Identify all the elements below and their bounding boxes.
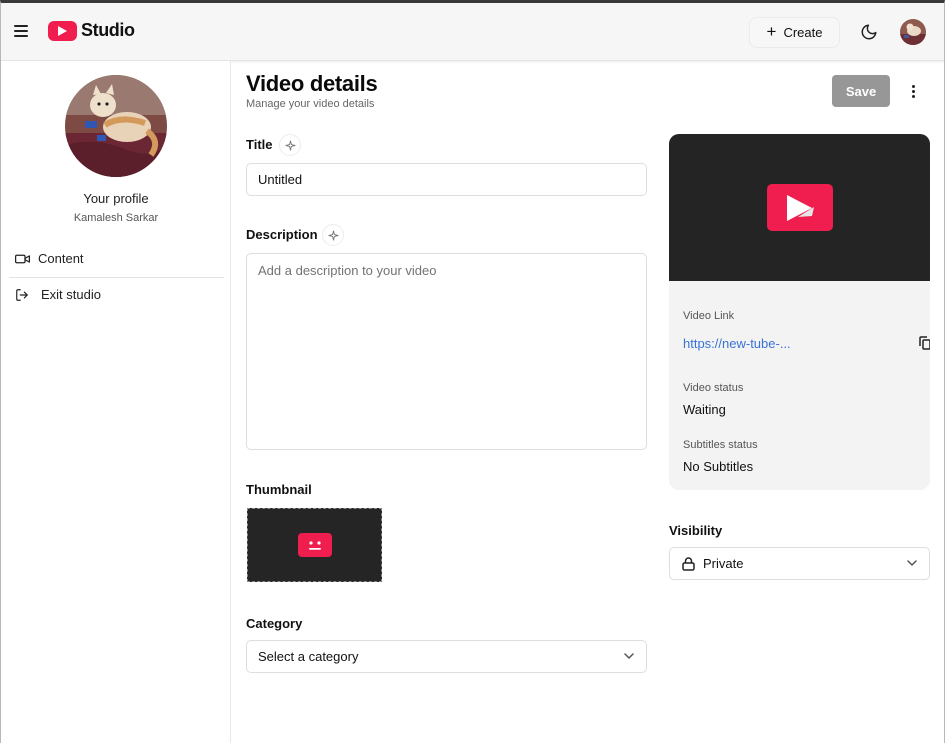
create-button-label: Create — [783, 25, 823, 40]
sidebar-item-label: Exit studio — [41, 287, 101, 302]
menu-icon[interactable] — [14, 25, 28, 37]
visibility-label: Visibility — [669, 523, 723, 538]
video-status-label: Video status — [683, 382, 744, 394]
save-button[interactable]: Save — [832, 75, 890, 107]
divider — [9, 277, 224, 278]
sidebar: Your profile Kamalesh Sarkar Content Exi… — [1, 61, 231, 743]
sidebar-item-content[interactable]: Content — [15, 251, 84, 266]
ai-generate-title-button[interactable] — [279, 134, 301, 156]
sparkle-icon — [284, 139, 296, 151]
visibility-select[interactable]: Private — [669, 547, 930, 580]
top-bar: Studio + Create — [0, 3, 945, 61]
video-info-card: Video Link https://new-tube-... Video st… — [669, 134, 930, 490]
profile-avatar[interactable] — [65, 75, 167, 177]
subtitles-status-value: No Subtitles — [683, 459, 754, 474]
sidebar-item-exit-studio[interactable]: Exit studio — [15, 287, 101, 302]
profile-title[interactable]: Your profile — [1, 191, 231, 206]
sidebar-item-label: Content — [38, 251, 84, 266]
page-title: Video details — [246, 71, 378, 96]
brand-name: Studio — [81, 20, 135, 40]
video-preview[interactable] — [669, 134, 930, 281]
lock-icon — [682, 556, 695, 571]
title-input[interactable] — [246, 163, 647, 196]
visibility-select-value: Private — [703, 556, 744, 571]
more-vertical-icon[interactable] — [904, 82, 922, 100]
create-button[interactable]: + Create — [749, 17, 840, 48]
page-subtitle: Manage your video details — [246, 98, 375, 110]
chevron-down-icon — [624, 652, 634, 660]
exit-icon — [15, 288, 29, 302]
copy-icon[interactable] — [919, 336, 930, 355]
description-textarea[interactable] — [246, 253, 647, 450]
plus-icon: + — [766, 22, 777, 41]
subtitles-status-label: Subtitles status — [683, 439, 758, 451]
play-icon — [766, 184, 833, 231]
broken-thumbnail-icon — [297, 533, 332, 557]
video-link-label: Video Link — [683, 310, 735, 322]
avatar[interactable] — [900, 19, 926, 45]
chevron-down-icon — [907, 559, 917, 567]
thumbnail-label: Thumbnail — [246, 482, 312, 497]
thumbnail-preview[interactable] — [247, 508, 382, 582]
category-select-value: Select a category — [258, 649, 359, 664]
studio-logo[interactable]: Studio — [48, 20, 135, 41]
category-select[interactable]: Select a category — [246, 640, 647, 673]
sparkle-icon — [327, 229, 339, 241]
category-label: Category — [246, 616, 303, 631]
video-camera-icon — [15, 253, 30, 265]
youtube-logo-icon — [48, 20, 77, 41]
title-label: Title — [246, 137, 273, 152]
moon-icon[interactable] — [860, 23, 878, 46]
video-status-value: Waiting — [683, 402, 726, 417]
profile-name: Kamalesh Sarkar — [73, 212, 159, 224]
ai-generate-description-button[interactable] — [322, 224, 344, 246]
description-label: Description — [246, 227, 318, 242]
video-link[interactable]: https://new-tube-... — [683, 336, 791, 351]
